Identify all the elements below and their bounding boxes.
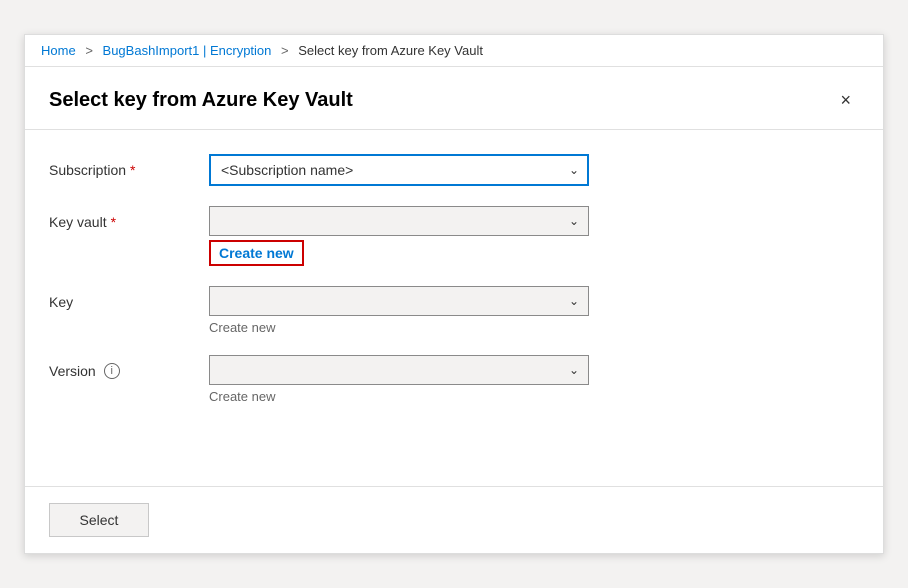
breadcrumb-home[interactable]: Home: [41, 43, 76, 58]
key-vault-select[interactable]: [209, 206, 589, 236]
dialog-header: Select key from Azure Key Vault ×: [25, 67, 883, 130]
subscription-label: Subscription *: [49, 154, 209, 178]
subscription-select[interactable]: <Subscription name>: [209, 154, 589, 186]
subscription-control: <Subscription name> ⌄: [209, 154, 859, 186]
key-select[interactable]: [209, 286, 589, 316]
dialog-body: Subscription * <Subscription name> ⌄ Key…: [25, 130, 883, 486]
version-control: ⌄ Create new: [209, 355, 859, 404]
key-vault-select-wrapper: ⌄: [209, 206, 589, 236]
version-row: Version i ⌄ Create new: [49, 355, 859, 404]
key-row: Key ⌄ Create new: [49, 286, 859, 335]
version-select-wrapper: ⌄: [209, 355, 589, 385]
dialog: Home > BugBashImport1 | Encryption > Sel…: [24, 34, 884, 554]
dialog-title: Select key from Azure Key Vault: [49, 89, 353, 112]
key-select-wrapper: ⌄: [209, 286, 589, 316]
breadcrumb-sep-1: >: [85, 43, 93, 58]
select-button[interactable]: Select: [49, 503, 149, 537]
subscription-required: *: [130, 162, 135, 178]
version-label: Version i: [49, 355, 209, 379]
breadcrumb-import[interactable]: BugBashImport1 | Encryption: [103, 43, 272, 58]
version-info-icon[interactable]: i: [104, 363, 120, 379]
version-create-new-link[interactable]: Create new: [209, 389, 275, 404]
close-button[interactable]: ×: [832, 87, 859, 113]
subscription-row: Subscription * <Subscription name> ⌄: [49, 154, 859, 186]
key-control: ⌄ Create new: [209, 286, 859, 335]
subscription-select-wrapper: <Subscription name> ⌄: [209, 154, 589, 186]
key-vault-control: ⌄ Create new: [209, 206, 859, 266]
key-create-new-link[interactable]: Create new: [209, 320, 275, 335]
key-vault-create-new-link[interactable]: Create new: [209, 240, 304, 266]
key-label: Key: [49, 286, 209, 310]
version-select[interactable]: [209, 355, 589, 385]
breadcrumb-current: Select key from Azure Key Vault: [298, 43, 483, 58]
key-vault-label: Key vault *: [49, 206, 209, 230]
breadcrumb: Home > BugBashImport1 | Encryption > Sel…: [25, 35, 883, 67]
key-vault-required: *: [111, 214, 116, 230]
breadcrumb-sep-2: >: [281, 43, 289, 58]
key-vault-row: Key vault * ⌄ Create new: [49, 206, 859, 266]
dialog-footer: Select: [25, 486, 883, 553]
